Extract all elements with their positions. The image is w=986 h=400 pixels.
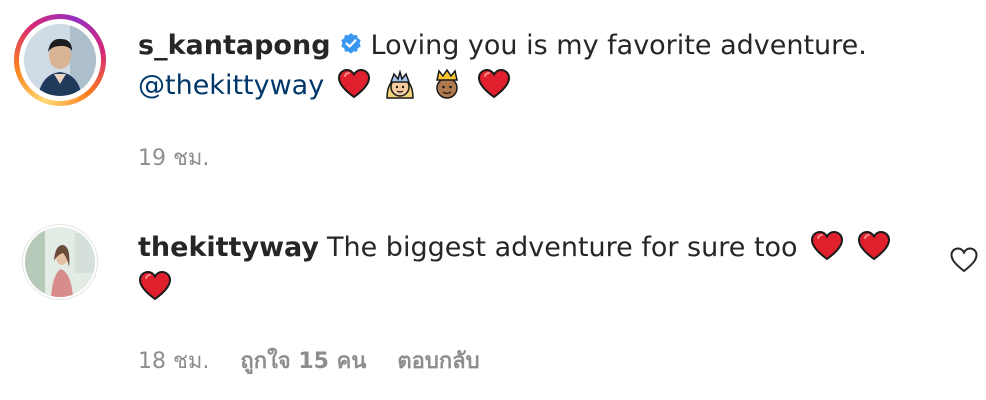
comment-meta: 18 ชม. ถูกใจ 15 คน ตอบกลับ [138, 343, 504, 378]
timestamp[interactable]: 19 ชม. [138, 146, 209, 171]
avatar-photo-icon [24, 24, 96, 96]
mention-link[interactable]: @thekittyway [138, 70, 324, 101]
red-heart-icon [811, 230, 844, 261]
comment-text: The biggest adventure for sure too [327, 232, 798, 263]
reply-button[interactable]: ตอบกลับ [397, 349, 479, 374]
red-heart-icon [138, 270, 172, 301]
princess-emoji-icon [386, 69, 415, 99]
comment-caption: s_kantapong Loving you is my favorite ad… [138, 26, 938, 106]
username-link[interactable]: s_kantapong [138, 30, 331, 61]
red-heart-icon [337, 68, 370, 99]
avatar-photo-icon [25, 227, 95, 297]
verified-badge-icon [340, 33, 361, 54]
avatar-photo [25, 227, 95, 297]
likes-count-button[interactable]: ถูกใจ 15 คน [240, 349, 366, 374]
avatar-s-kantapong[interactable] [24, 24, 96, 96]
comment-text: Loving you is my favorite adventure. [370, 30, 867, 61]
red-heart-icon [477, 68, 510, 99]
like-heart-icon[interactable] [949, 246, 979, 274]
avatar-story-ring[interactable] [14, 14, 106, 106]
username-link[interactable]: thekittyway [138, 232, 319, 263]
comment-reply: thekittyway The biggest adventure for sur… [138, 228, 928, 308]
avatar-thekittyway[interactable] [22, 224, 98, 300]
prince-emoji-icon [436, 68, 458, 99]
timestamp[interactable]: 18 ชม. [138, 349, 209, 374]
comment-meta: 19 ชม. [138, 140, 209, 175]
red-heart-icon [857, 230, 890, 261]
